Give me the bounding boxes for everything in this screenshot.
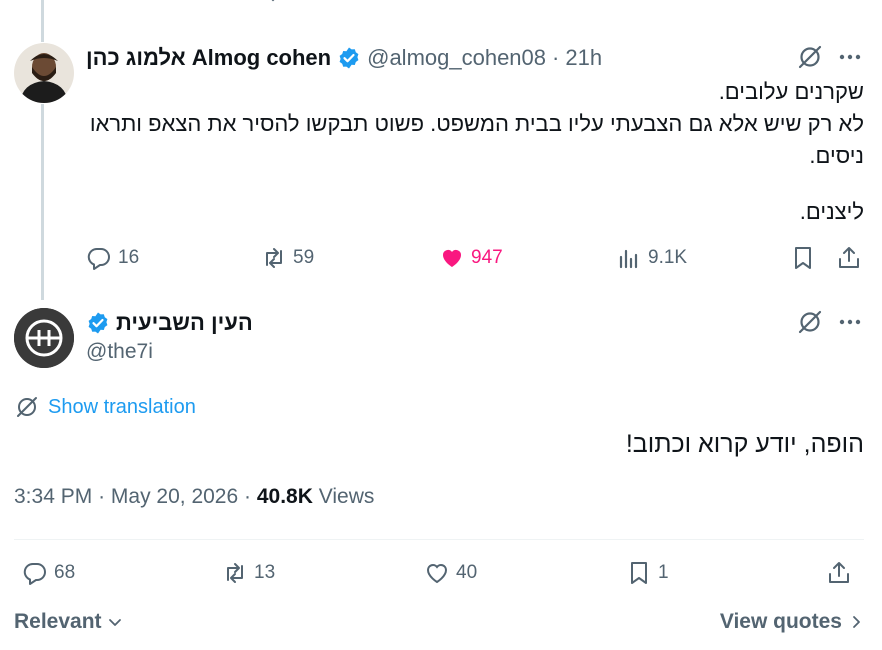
share-button[interactable] [826, 560, 852, 586]
like-count: 40 [456, 562, 478, 583]
divider [14, 539, 864, 540]
chevron-right-icon [853, 616, 860, 628]
avatar[interactable] [14, 43, 74, 103]
separator: · [98, 485, 106, 508]
share-icon [839, 247, 859, 268]
view-quotes-link[interactable]: View quotes [720, 610, 864, 634]
tweet-time[interactable]: 21h [565, 45, 602, 71]
avatar[interactable] [14, 308, 74, 368]
reply-icon [23, 562, 46, 585]
sort-replies-dropdown[interactable]: Relevant [14, 610, 124, 634]
view-count: 9.1K [648, 247, 688, 268]
bookmark-button[interactable]: 1 [626, 560, 669, 586]
heart-icon [426, 564, 448, 584]
tweet-date[interactable]: May 20, 2026 [111, 485, 238, 508]
heart-filled-icon [443, 250, 461, 267]
reply-button[interactable]: 68 [22, 560, 75, 586]
repost-count: 59 [293, 247, 315, 268]
separator: · [552, 45, 560, 70]
reply-tweet-actions: 16 59 947 9.1K [86, 243, 864, 275]
avatar-photo-icon [14, 43, 74, 103]
like-button[interactable]: 947 [439, 245, 503, 271]
repost-icon [266, 248, 282, 268]
repost-button[interactable]: 13 [222, 560, 275, 586]
author-name[interactable]: העין השביעית [116, 310, 253, 336]
author-name[interactable]: אלמוג כהן Almog cohen [86, 45, 331, 71]
more-options-button[interactable] [837, 309, 863, 335]
analytics-icon [619, 249, 638, 269]
views-label: Views [318, 485, 375, 508]
reply-icon [87, 247, 110, 270]
views-count: 40.8K [256, 485, 313, 508]
main-tweet-text: הופה, יודע קרוא וכתוב! [625, 430, 864, 458]
bookmark-count: 1 [658, 562, 669, 583]
reply-count: 16 [118, 247, 140, 268]
show-translation-label: Show translation [48, 395, 196, 418]
tweet-text-line: לא רק שיש אלא גם הצבעתי עליו בבית המשפט.… [89, 111, 864, 168]
bookmark-button[interactable] [790, 245, 816, 271]
grok-icon [798, 310, 822, 334]
main-tweet-actions: 68 13 40 1 [14, 558, 864, 592]
author-handle[interactable]: @the7i [86, 340, 153, 364]
share-icon [829, 562, 849, 583]
reply-tweet-header: אלמוג כהן Almog cohen @almog_cohen08 · 2… [86, 44, 602, 72]
verified-badge-icon[interactable] [337, 46, 361, 70]
reply-tweet-text: שקרנים עלובים. לא רק שיש אלא גם הצבעתי ע… [86, 76, 864, 228]
bookmark-icon [631, 562, 647, 584]
tweet-text-line: שקרנים עלובים. [718, 79, 864, 104]
view-quotes-label: View quotes [719, 610, 842, 633]
reply-button[interactable]: 16 [86, 245, 139, 271]
main-tweet-author: העין השביעית [86, 308, 253, 338]
reply-count: 68 [54, 562, 76, 583]
grok-button[interactable] [797, 309, 823, 335]
repost-button[interactable]: 59 [261, 245, 314, 271]
repost-count: 13 [254, 562, 276, 583]
sort-label: Relevant [14, 610, 102, 633]
repost-icon [227, 563, 243, 583]
grok-icon [17, 397, 37, 417]
chevron-down-icon [108, 619, 121, 626]
thread-line-top [41, 0, 44, 42]
like-count: 947 [471, 247, 503, 268]
grok-icon [798, 45, 822, 69]
separator: · [244, 485, 252, 508]
verified-badge-icon[interactable] [86, 311, 110, 335]
tweet-text-line: ליצנים. [799, 199, 864, 224]
thread-line [41, 104, 44, 300]
tweet-text-line [86, 172, 864, 196]
more-icon [839, 54, 861, 60]
bookmark-icon [795, 247, 811, 269]
show-translation-link[interactable]: Show translation [14, 394, 196, 420]
grok-button[interactable] [797, 44, 823, 70]
share-button[interactable] [836, 245, 862, 271]
more-options-button[interactable] [837, 44, 863, 70]
the7i-logo-icon [14, 308, 74, 368]
tweet-time[interactable]: 3:34 PM [14, 485, 92, 508]
previous-tweet-actions-cutoff [0, 0, 882, 6]
tweet-metadata: 3:34 PM · May 20, 2026 · 40.8K Views [14, 485, 374, 509]
like-button[interactable]: 40 [424, 560, 477, 586]
more-icon [839, 319, 861, 325]
author-handle[interactable]: @almog_cohen08 [367, 45, 546, 71]
views-button[interactable]: 9.1K [616, 245, 687, 271]
